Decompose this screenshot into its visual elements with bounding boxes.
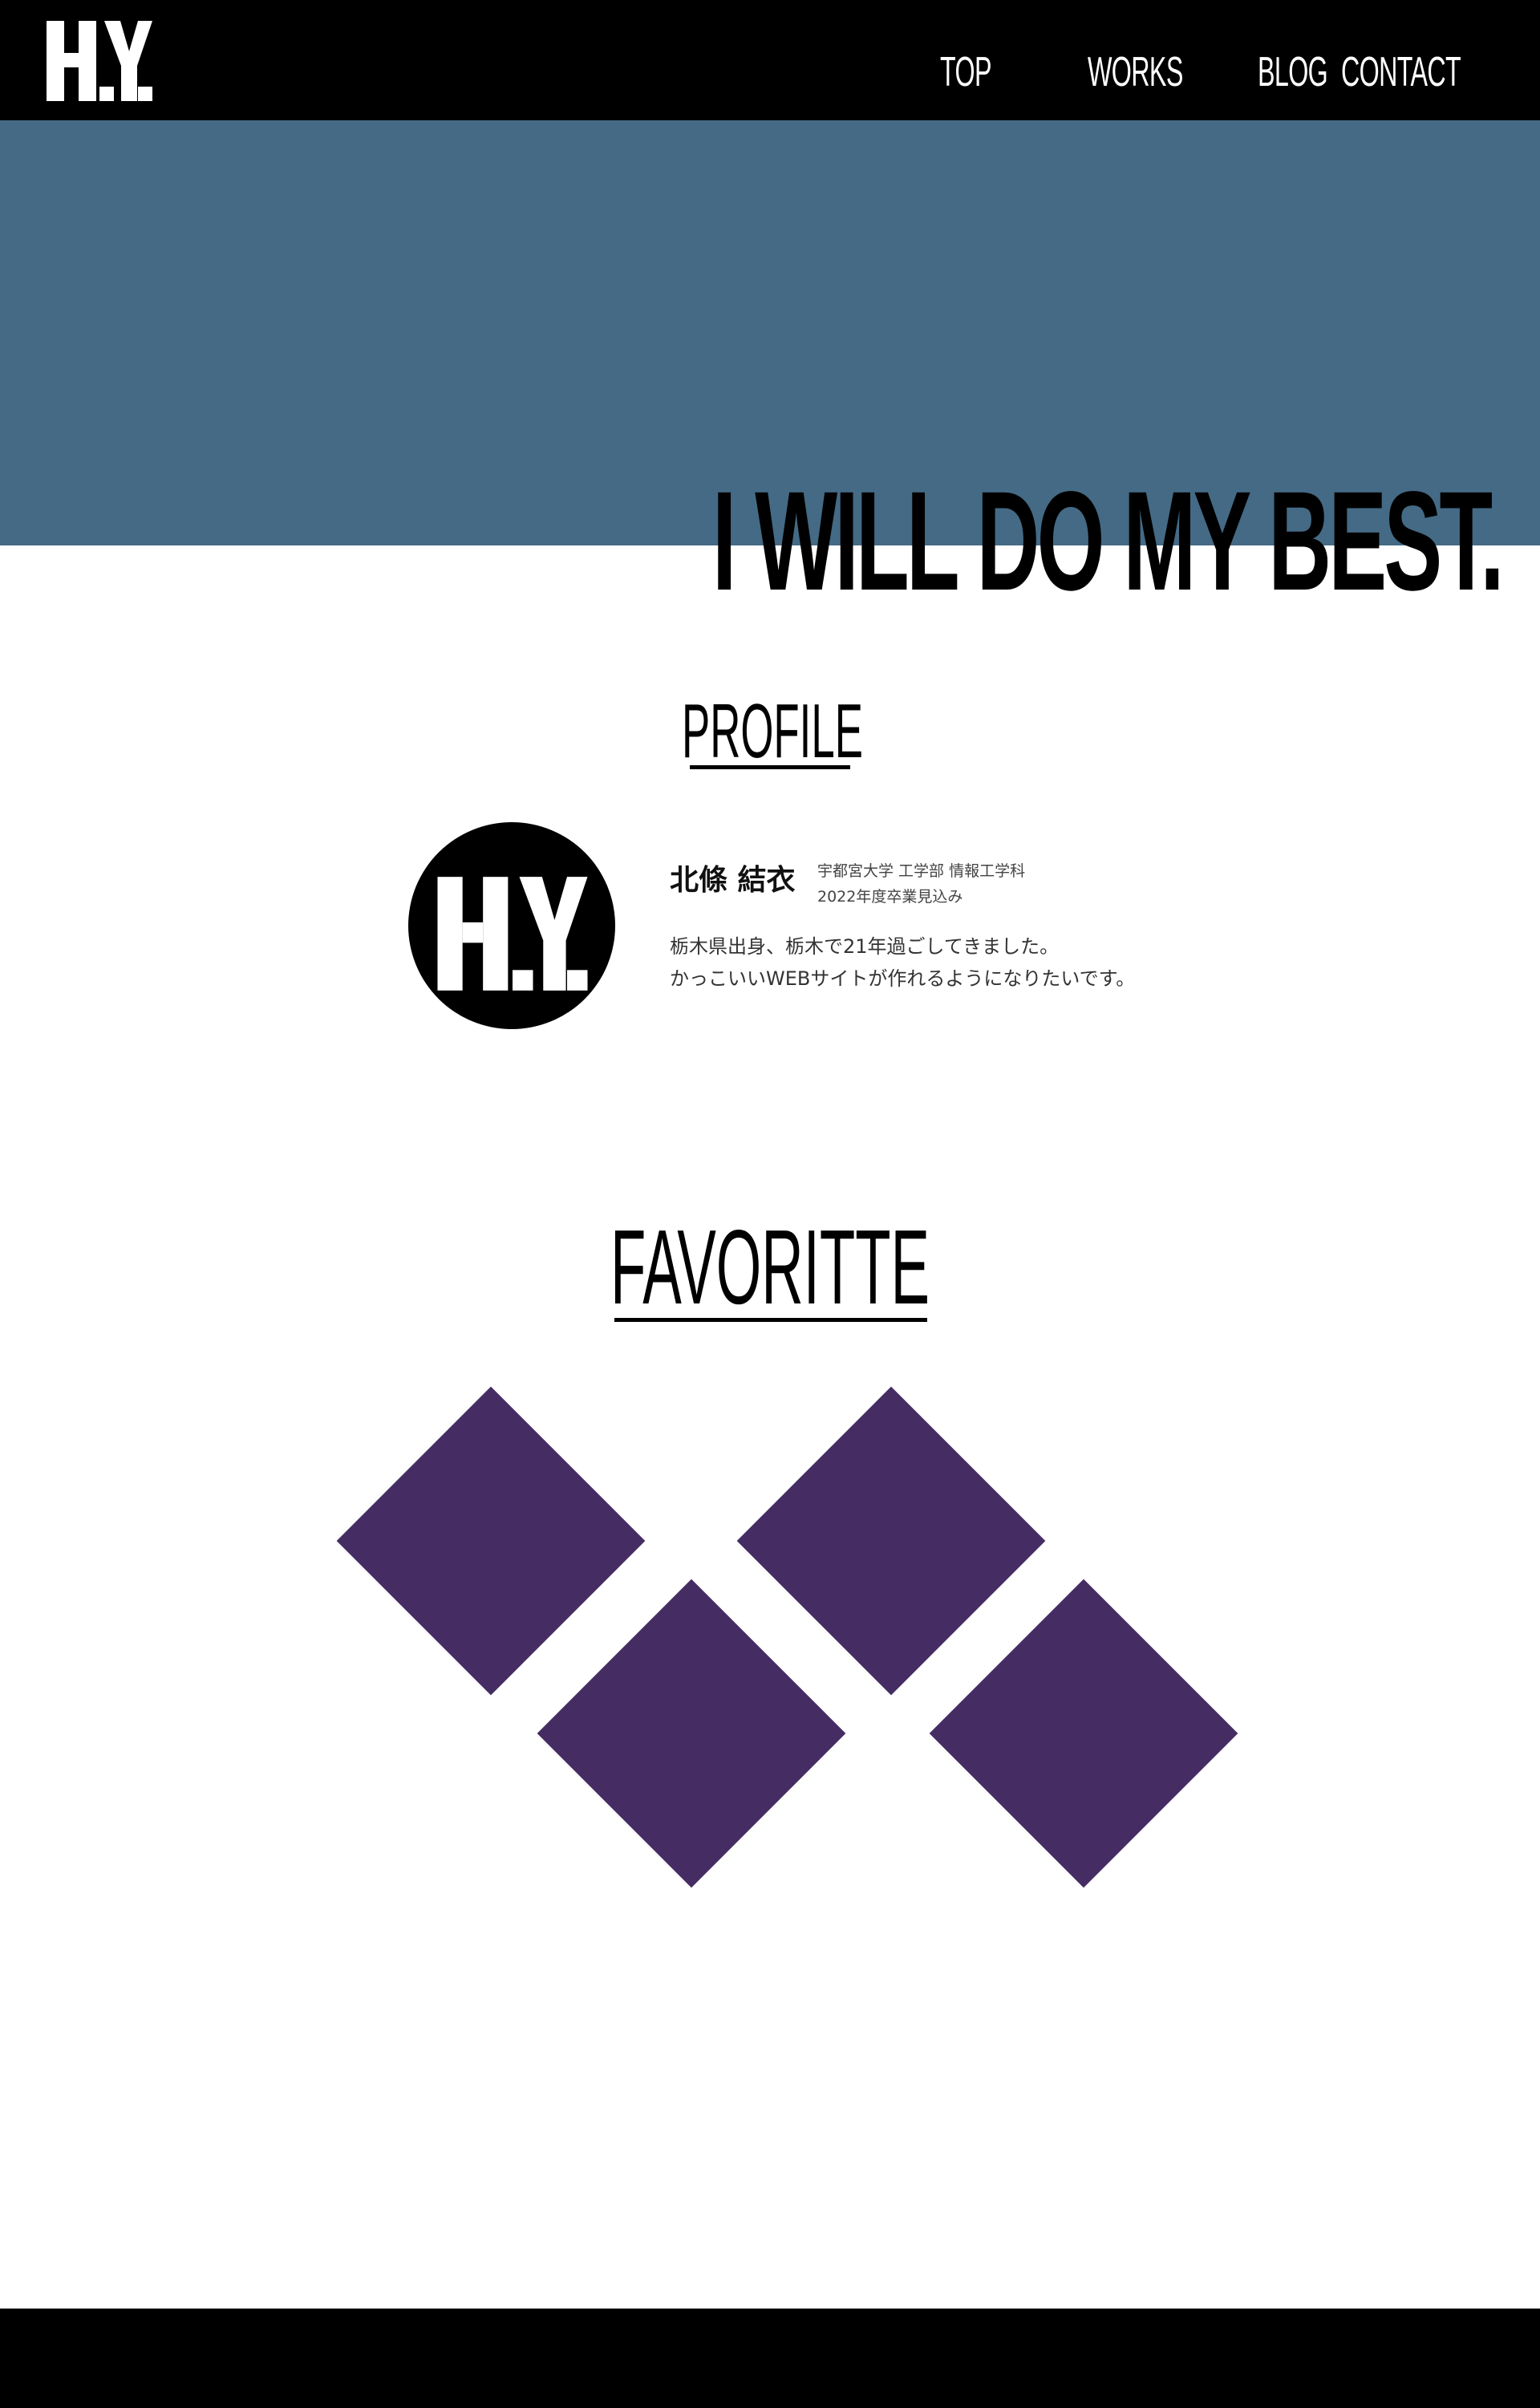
site-footer: [0, 2309, 1540, 2408]
bio-line-1: 栃木県出身、栃木で21年過ごしてきました。: [670, 935, 1060, 958]
profile-name: 北條 結衣: [670, 864, 796, 897]
favorite-tile-1[interactable]: [336, 1386, 646, 1696]
affiliation-line-1: 宇都宮大学 工学部 情報工学科: [817, 862, 1026, 880]
favorite-tile-2[interactable]: [736, 1386, 1046, 1696]
avatar: [408, 822, 615, 1029]
favorite-heading: FAVORITTE: [610, 1208, 930, 1326]
favorite-tile-3[interactable]: [537, 1579, 846, 1888]
site-header: TOP WORKS BLOG CONTACT: [0, 0, 1540, 120]
favorite-tile-4[interactable]: [929, 1579, 1238, 1888]
affiliation-line-2: 2022年度卒業見込み: [817, 888, 963, 906]
profile-affiliation: 宇都宮大学 工学部 情報工学科 2022年度卒業見込み: [817, 858, 1025, 910]
bio-line-2: かっこいいWEBサイトが作れるようになりたいです。: [670, 967, 1136, 990]
hy-logo-icon[interactable]: [47, 13, 152, 109]
profile-heading-underline: [690, 765, 850, 769]
nav-contact-link[interactable]: CONTACT: [1341, 40, 1461, 104]
hy-logo-icon: [437, 877, 588, 991]
profile-heading: PROFILE: [682, 688, 863, 774]
favorite-heading-underline: [614, 1318, 927, 1322]
hero-tagline: I WILL DO MY BEST.: [712, 463, 1505, 620]
nav-works-link[interactable]: WORKS: [1088, 40, 1183, 104]
nav-top-link[interactable]: TOP: [940, 40, 991, 104]
profile-bio: 栃木県出身、栃木で21年過ごしてきました。 かっこいいWEBサイトが作れるように…: [670, 930, 1135, 995]
nav-blog-link[interactable]: BLOG: [1258, 40, 1328, 104]
